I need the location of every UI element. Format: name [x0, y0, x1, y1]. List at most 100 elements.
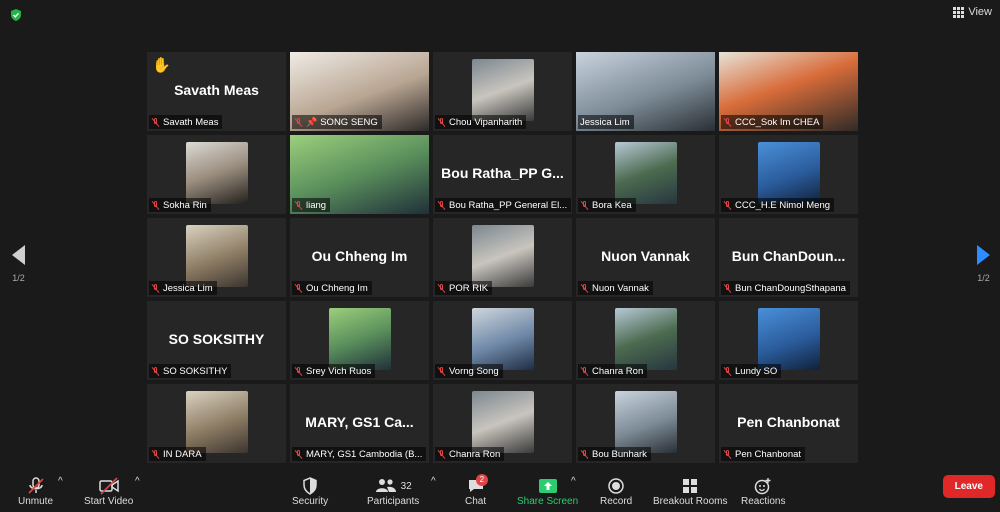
leave-button[interactable]: Leave	[942, 475, 995, 498]
reactions-icon	[754, 478, 771, 495]
participant-tile[interactable]: Srey Vich Ruos	[290, 301, 429, 380]
chat-badge: 2	[475, 474, 489, 486]
grid-view-icon	[953, 6, 965, 18]
muted-mic-icon	[151, 200, 160, 210]
participant-nameplate: Bun ChanDoungSthapana	[721, 281, 850, 295]
participant-video	[757, 308, 820, 370]
participant-nameplate: Sokha Rin	[149, 198, 211, 212]
participant-video	[471, 225, 534, 287]
encryption-shield-icon[interactable]	[9, 8, 23, 22]
participant-nameplate: POR RIK	[435, 281, 493, 295]
participant-nameplate: CCC_Sok Im CHEA	[721, 115, 824, 129]
participant-nameplate: SO SOKSITHY	[149, 364, 232, 378]
pin-icon: 📌	[306, 116, 318, 127]
arrow-right-icon	[977, 245, 990, 265]
participant-tile[interactable]: liang	[290, 135, 429, 214]
participant-nameplate: Bou Ratha_PP General El...	[435, 198, 572, 212]
unmute-button[interactable]: Unmute	[18, 476, 53, 507]
record-button[interactable]: Record	[600, 476, 632, 507]
participant-tile[interactable]: MARY, GS1 Ca... MARY, GS1 Cambodia (B...	[290, 384, 429, 463]
muted-mic-icon	[294, 117, 303, 127]
muted-mic-icon	[294, 200, 303, 210]
participant-name: Chanra Ron	[592, 365, 644, 377]
participant-tile[interactable]: POR RIK	[433, 218, 572, 297]
participant-tile[interactable]: Ou Chheng Im Ou Chheng Im	[290, 218, 429, 297]
previous-page-button[interactable]: 1/2	[12, 245, 25, 283]
participants-options-caret[interactable]: ^	[431, 476, 436, 487]
participant-tile[interactable]: Chou Vipanharith	[433, 52, 572, 131]
chat-button[interactable]: 2 Chat	[465, 474, 489, 507]
muted-mic-icon	[580, 283, 589, 293]
participant-name: CCC_Sok Im CHEA	[735, 116, 820, 128]
participant-video	[185, 142, 248, 204]
participant-tile[interactable]: Bun ChanDoun... Bun ChanDoungSthapana	[719, 218, 858, 297]
next-page-button[interactable]: 1/2	[977, 245, 990, 283]
breakout-rooms-button[interactable]: Breakout Rooms	[653, 476, 727, 507]
participant-tile[interactable]: Bora Kea	[576, 135, 715, 214]
participant-tile[interactable]: Nuon Vannak Nuon Vannak	[576, 218, 715, 297]
record-label: Record	[600, 496, 633, 507]
participant-tile[interactable]: Pen Chanbonat Pen Chanbonat	[719, 384, 858, 463]
participant-tile[interactable]: Sokha Rin	[147, 135, 286, 214]
participant-tile[interactable]: Bou Ratha_PP G... Bou Ratha_PP General El…	[433, 135, 572, 214]
participant-tile[interactable]: Jessica Lim	[576, 52, 715, 131]
participant-count: 32	[400, 480, 412, 492]
participant-tile[interactable]: Lundy SO	[719, 301, 858, 380]
participant-name: Bou Bunhark	[592, 448, 647, 460]
participant-display-name: Bun ChanDoun...	[731, 248, 846, 264]
participant-nameplate: Ou Chheng Im	[292, 281, 372, 295]
muted-mic-icon	[437, 366, 446, 376]
participant-nameplate: Chou Vipanharith	[435, 115, 527, 129]
participant-tile[interactable]: IN DARA	[147, 384, 286, 463]
participant-tile[interactable]: Jessica Lim	[147, 218, 286, 297]
share-screen-label: Share Screen	[517, 496, 579, 507]
share-screen-button[interactable]: Share Screen	[517, 476, 578, 507]
participant-tile[interactable]: Bou Bunhark	[576, 384, 715, 463]
participant-display-name: Pen Chanbonat	[737, 414, 840, 430]
muted-mic-icon	[437, 200, 446, 210]
security-button[interactable]: Security	[292, 476, 328, 507]
participant-tile[interactable]: CCC_H.E Nimol Meng	[719, 135, 858, 214]
participant-display-name: Savath Meas	[174, 82, 259, 98]
muted-mic-icon	[723, 117, 732, 127]
muted-mic-icon	[580, 449, 589, 459]
participant-name: Bora Kea	[592, 199, 632, 211]
breakout-rooms-label: Breakout Rooms	[653, 496, 728, 507]
participant-name: Lundy SO	[735, 365, 778, 377]
participant-name: Chou Vipanharith	[449, 116, 523, 128]
participant-display-name: Ou Chheng Im	[311, 248, 408, 264]
participant-tile[interactable]: 📌 SONG SENG	[290, 52, 429, 131]
participant-nameplate: 📌 SONG SENG	[292, 115, 382, 129]
participant-nameplate: Jessica Lim	[578, 115, 634, 129]
participant-name: SO SOKSITHY	[163, 365, 228, 377]
video-options-caret[interactable]: ^	[135, 476, 140, 487]
participant-tile[interactable]: Savath Meas ✋ Savath Meas	[147, 52, 286, 131]
security-label: Security	[292, 496, 329, 507]
muted-mic-icon	[580, 200, 589, 210]
participant-tile[interactable]: Chanra Ron	[433, 384, 572, 463]
participant-name: Jessica Lim	[580, 116, 630, 128]
participant-nameplate: MARY, GS1 Cambodia (B...	[292, 447, 427, 461]
participant-video	[757, 142, 820, 204]
view-button[interactable]: View	[953, 6, 992, 18]
start-video-button[interactable]: Start Video	[84, 476, 133, 507]
share-options-caret[interactable]: ^	[571, 476, 576, 487]
participant-name: Pen Chanbonat	[735, 448, 802, 460]
audio-options-caret[interactable]: ^	[58, 476, 63, 487]
muted-mic-icon	[151, 366, 160, 376]
participant-display-name: MARY, GS1 Ca...	[305, 414, 414, 430]
muted-mic-icon	[723, 283, 732, 293]
reactions-button[interactable]: Reactions	[741, 476, 785, 507]
reactions-label: Reactions	[741, 496, 786, 507]
participant-video	[185, 225, 248, 287]
participant-tile[interactable]: CCC_Sok Im CHEA	[719, 52, 858, 131]
participant-nameplate: CCC_H.E Nimol Meng	[721, 198, 835, 212]
muted-mic-icon	[27, 477, 44, 494]
participant-display-name: Bou Ratha_PP G...	[441, 165, 564, 181]
participants-button[interactable]: 32 Participants	[367, 476, 419, 507]
participant-name: CCC_H.E Nimol Meng	[735, 199, 831, 211]
participant-tile[interactable]: Chanra Ron	[576, 301, 715, 380]
participant-tile[interactable]: Vorng Song	[433, 301, 572, 380]
participant-tile[interactable]: SO SOKSITHY SO SOKSITHY	[147, 301, 286, 380]
raised-hand-icon: ✋	[152, 57, 171, 74]
